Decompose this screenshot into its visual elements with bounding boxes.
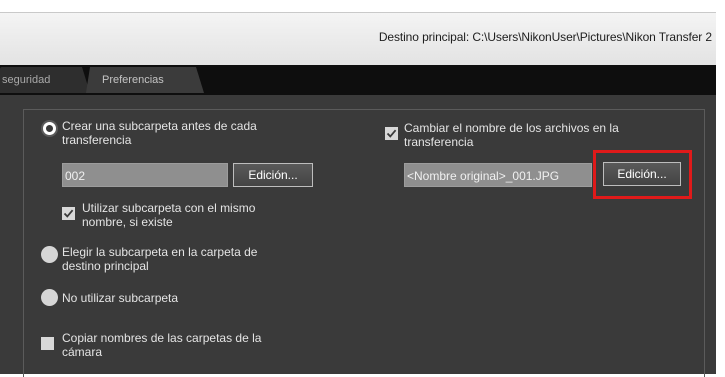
subfolder-name-field[interactable]: 002 [62, 163, 228, 187]
checkmark-icon [63, 209, 74, 218]
filename-pattern-field[interactable]: <Nombre original>_001.JPG [404, 163, 592, 187]
rename-files-label-line2: transferencia [404, 135, 474, 149]
app-window: Destino principal: C:\Users\NikonUser\Pi… [0, 0, 725, 377]
copy-camera-names-label-line1: Copiar nombres de las carpetas de la [62, 331, 262, 345]
subfolder-edit-button[interactable]: Edición... [233, 163, 313, 187]
choose-subfolder-label-line1: Elegir la subcarpeta en la carpeta de [62, 245, 258, 259]
create-subfolder-label-line1: Crear una subcarpeta antes de cada [62, 119, 257, 133]
tab-seguridad[interactable]: seguridad [0, 67, 90, 93]
header-bar: Destino principal: C:\Users\NikonUser\Pi… [0, 12, 716, 66]
choose-subfolder-radio[interactable] [41, 246, 58, 263]
rename-edit-button[interactable]: Edición... [603, 162, 681, 186]
preferences-panel: Crear una subcarpeta antes de cada trans… [0, 95, 716, 377]
copy-camera-names-label-line2: cámara [62, 345, 103, 359]
copy-camera-folder-names-checkbox[interactable] [41, 337, 54, 350]
use-existing-label-line2: nombre, si existe [82, 215, 173, 229]
create-subfolder-radio[interactable] [41, 120, 58, 137]
no-subfolder-radio[interactable] [41, 289, 58, 306]
use-existing-label-line1: Utilizar subcarpeta con el mismo [82, 201, 256, 215]
use-existing-subfolder-checkbox[interactable] [62, 207, 75, 220]
tab-strip: seguridad Preferencias [0, 65, 716, 95]
checkmark-icon [386, 129, 397, 138]
no-subfolder-label: No utilizar subcarpeta [62, 291, 179, 305]
rename-files-label-line1: Cambiar el nombre de los archivos en la [404, 121, 619, 135]
choose-subfolder-label-line2: destino principal [62, 259, 149, 273]
tab-preferencias-label: Preferencias [102, 74, 164, 86]
create-subfolder-label-line2: transferencia [62, 133, 132, 147]
tab-seguridad-label: seguridad [2, 74, 51, 86]
tab-preferencias[interactable]: Preferencias [86, 67, 204, 93]
rename-files-checkbox[interactable] [385, 127, 398, 140]
destination-path-label: Destino principal: C:\Users\NikonUser\Pi… [378, 30, 712, 44]
